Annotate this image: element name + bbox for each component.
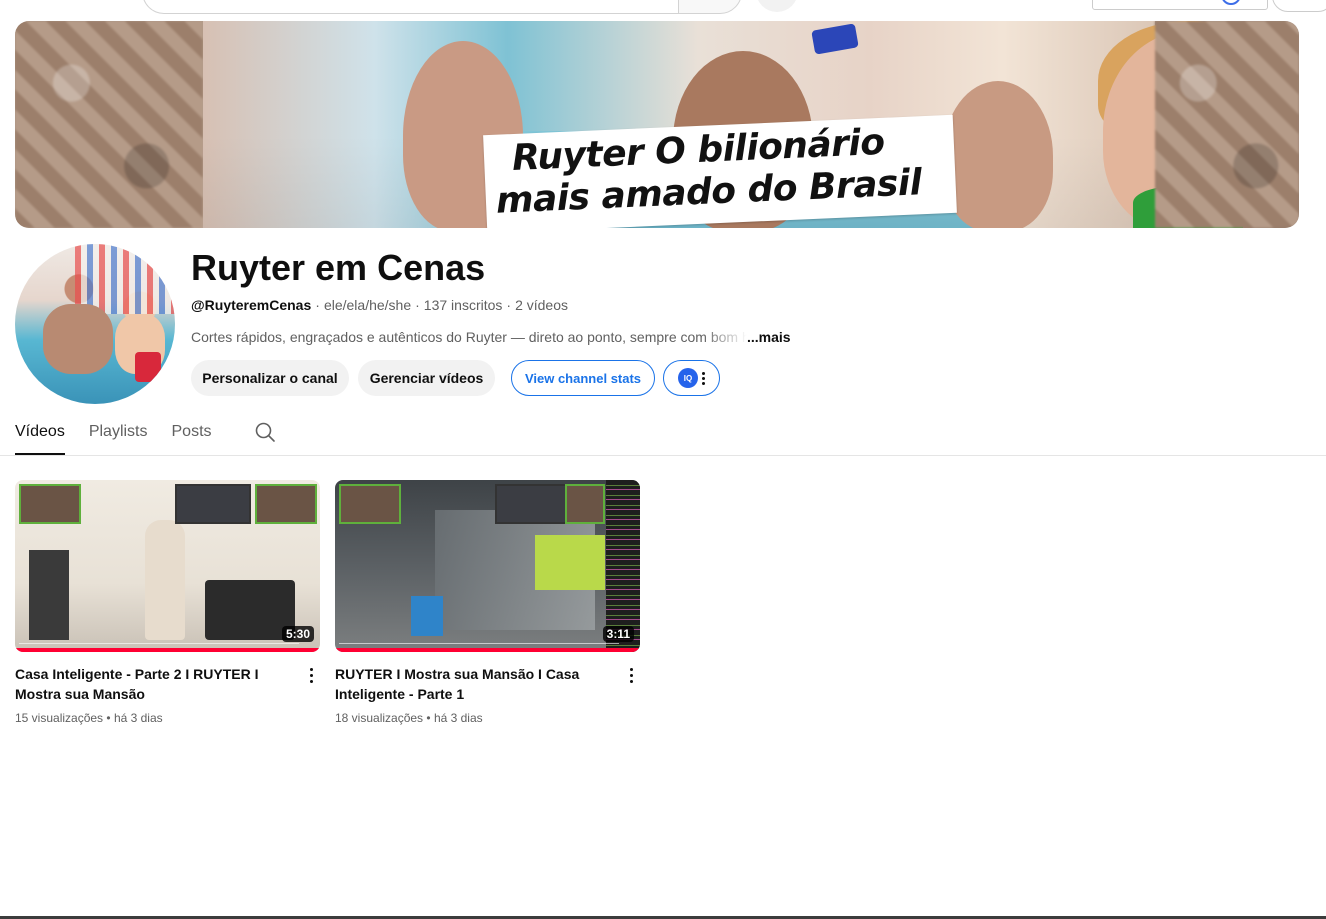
video-thumbnail[interactable]: 5:30 (15, 480, 320, 652)
extension-timer-widget[interactable] (1092, 0, 1268, 10)
more-vert-icon (702, 371, 705, 385)
video-meta: 15 visualizações • há 3 dias (15, 711, 163, 725)
watch-progress-bar (335, 648, 640, 652)
channel-description[interactable]: Cortes rápidos, engraçados e autênticos … (191, 329, 791, 345)
top-right-button[interactable] (1272, 0, 1326, 12)
search-button[interactable] (678, 0, 742, 14)
thumb-webcam (19, 484, 81, 524)
iq-extension-icon: IQ (678, 368, 698, 388)
more-vert-icon[interactable] (629, 668, 633, 686)
channel-pronouns: ele/ela/he/she (323, 297, 412, 313)
channel-meta: @RuyteremCenas · ele/ela/he/she · 137 inscri… (191, 297, 568, 313)
voice-search-button[interactable] (756, 0, 798, 12)
tabs-divider (0, 455, 1326, 456)
video-duration: 3:11 (602, 626, 634, 642)
meta-separator: · (415, 297, 420, 313)
thumb-player-bar (339, 643, 619, 644)
search-input[interactable] (142, 0, 679, 14)
more-vert-icon[interactable] (309, 668, 313, 686)
tab-posts[interactable]: Posts (172, 412, 212, 456)
meta-separator: · (506, 297, 512, 313)
banner-caption: Ruyter O bilionário mais amado do Brasil (483, 114, 957, 228)
manage-videos-button[interactable]: Gerenciar vídeos (358, 360, 495, 396)
channel-tabs: Vídeos Playlists Posts (15, 412, 236, 456)
timer-ring-icon (1221, 0, 1241, 5)
banner-blur-right (1155, 21, 1299, 228)
view-channel-stats-button[interactable]: View channel stats (511, 360, 655, 396)
thumb-box (411, 596, 443, 636)
video-age: há 3 dias (113, 711, 163, 725)
extension-menu-button[interactable]: IQ (663, 360, 720, 396)
channel-banner: Ruyter O bilionário mais amado do Brasil (15, 21, 1299, 228)
thumb-webcam (339, 484, 401, 524)
tab-videos[interactable]: Vídeos (15, 412, 65, 456)
video-count: 2 vídeos (515, 297, 568, 313)
thumb-webcam (565, 484, 605, 524)
avatar-cup (135, 352, 161, 382)
video-meta: 18 visualizações • há 3 dias (335, 711, 483, 725)
thumb-webcam (495, 484, 571, 524)
thumb-door (29, 550, 69, 640)
customize-channel-button[interactable]: Personalizar o canal (191, 360, 349, 396)
top-bar (0, 0, 1326, 14)
video-title[interactable]: Casa Inteligente - Parte 2 I RUYTER I Mo… (15, 664, 297, 704)
video-views: 18 visualizações (335, 711, 424, 725)
thumb-webcam (175, 484, 251, 524)
video-card[interactable]: 3:11 RUYTER I Mostra sua Mansão I Casa I… (335, 480, 640, 725)
subscriber-count: 137 inscritos (423, 297, 503, 313)
avatar-person (43, 304, 113, 374)
thumb-person (145, 520, 185, 640)
video-age: há 3 dias (433, 711, 483, 725)
banner-blur-left (15, 21, 203, 228)
channel-handle: @RuyteremCenas (191, 297, 312, 313)
thumb-webcam (255, 484, 317, 524)
thumb-green-screen (535, 535, 605, 590)
video-thumbnail[interactable]: 3:11 (335, 480, 640, 652)
video-views: 15 visualizações (15, 711, 104, 725)
banner-phone (811, 23, 859, 55)
description-more-link[interactable]: ...mais (747, 329, 791, 345)
channel-avatar[interactable] (15, 244, 175, 404)
channel-name: Ruyter em Cenas (191, 247, 486, 288)
search-icon[interactable] (254, 421, 276, 443)
thumb-player-bar (19, 643, 299, 644)
tab-playlists[interactable]: Playlists (89, 412, 148, 456)
video-duration: 5:30 (281, 626, 314, 642)
description-text: Cortes rápidos, engraçados e autênticos … (191, 329, 747, 345)
meta-separator: · (315, 297, 320, 313)
video-title[interactable]: RUYTER I Mostra sua Mansão I Casa Inteli… (335, 664, 617, 704)
watch-progress-bar (15, 648, 320, 652)
video-card[interactable]: 5:30 Casa Inteligente - Parte 2 I RUYTER… (15, 480, 320, 725)
banner-person (943, 81, 1053, 228)
